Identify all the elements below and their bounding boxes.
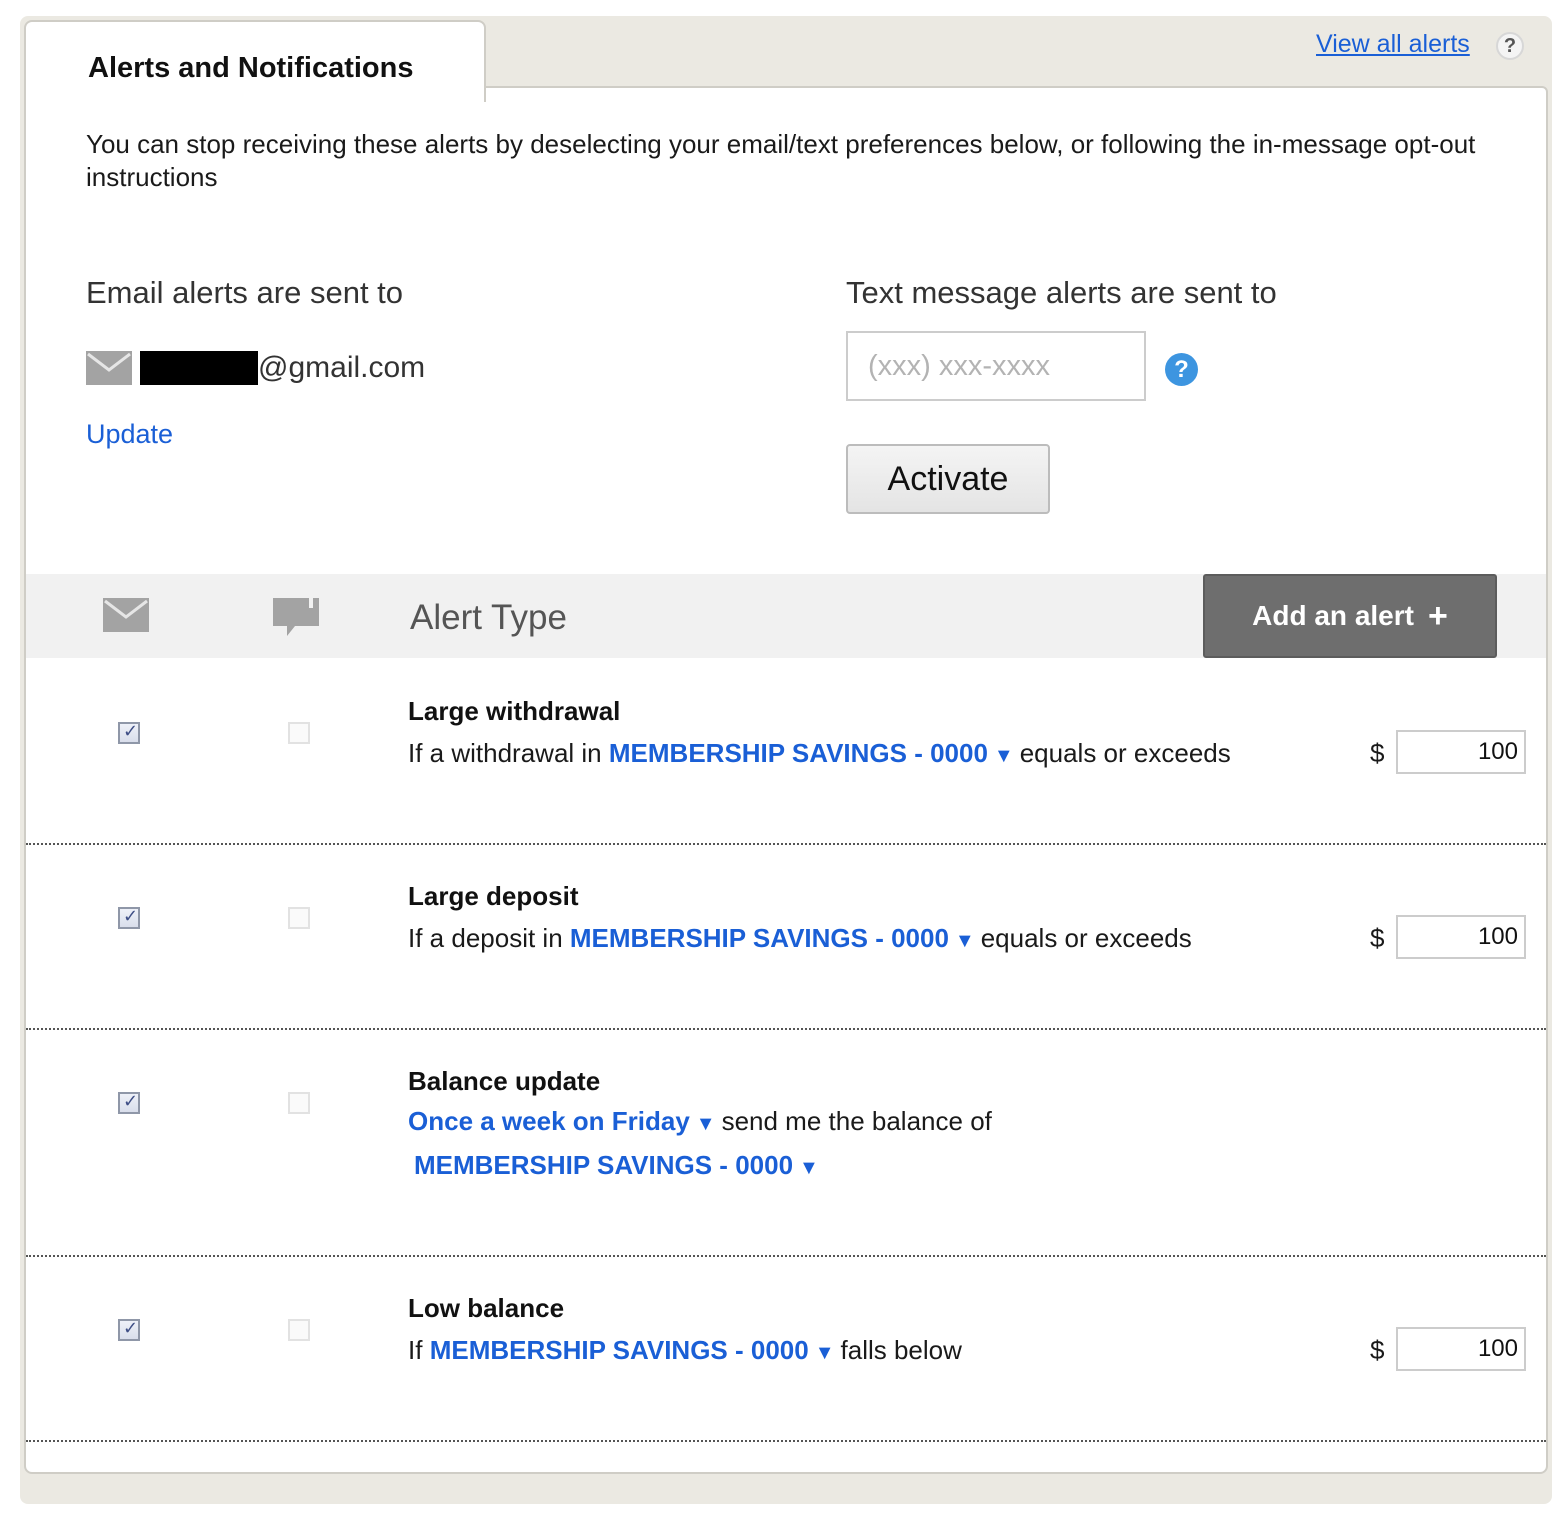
dropdown-caret-icon[interactable]: ▼ bbox=[994, 745, 1014, 767]
alert-description: If a deposit in MEMBERSHIP SAVINGS - 000… bbox=[408, 923, 1192, 954]
intro-text: You can stop receiving these alerts by d… bbox=[86, 129, 1476, 192]
add-alert-button[interactable]: Add an alert + bbox=[1203, 574, 1497, 658]
alert-title: Balance update bbox=[408, 1066, 601, 1096]
account-dropdown[interactable]: MEMBERSHIP SAVINGS - 0000 bbox=[570, 923, 949, 953]
email-checkbox[interactable] bbox=[118, 906, 140, 929]
update-email-link[interactable]: Update bbox=[86, 419, 173, 450]
email-address: @gmail.com bbox=[258, 351, 426, 384]
text-message-column-icon bbox=[273, 598, 319, 636]
alert-description: Once a week on Friday ▼ send me the balanc… bbox=[408, 1106, 992, 1137]
alert-suffix: equals or exceeds bbox=[980, 923, 1192, 953]
account-dropdown[interactable]: MEMBERSHIP SAVINGS - 0000 bbox=[414, 1150, 793, 1180]
dropdown-caret-icon[interactable]: ▼ bbox=[815, 1342, 835, 1364]
frequency-dropdown[interactable]: Once a week on Friday bbox=[408, 1106, 690, 1136]
account-dropdown[interactable]: MEMBERSHIP SAVINGS - 0000 bbox=[430, 1335, 809, 1365]
alert-row-low-balance: Low balance If MEMBERSHIP SAVINGS - 0000… bbox=[26, 1257, 1546, 1442]
alert-suffix: send me the balance of bbox=[721, 1106, 992, 1136]
email-checkbox[interactable] bbox=[118, 1318, 140, 1341]
alert-suffix: equals or exceeds bbox=[1019, 738, 1231, 768]
view-all-alerts-link[interactable]: View all alerts bbox=[1316, 30, 1470, 59]
alert-row-large-deposit: Large deposit If a deposit in MEMBERSHIP… bbox=[26, 845, 1546, 1030]
alert-description: If MEMBERSHIP SAVINGS - 0000 ▼ falls below bbox=[408, 1335, 962, 1366]
alert-prefix: If a withdrawal in bbox=[408, 738, 602, 768]
account-dropdown[interactable]: MEMBERSHIP SAVINGS - 0000 bbox=[609, 738, 988, 768]
alert-description-account: MEMBERSHIP SAVINGS - 0000 ▼ bbox=[414, 1150, 825, 1181]
text-checkbox[interactable] bbox=[288, 1092, 310, 1114]
alert-description: If a withdrawal in MEMBERSHIP SAVINGS - … bbox=[408, 738, 1231, 769]
add-alert-label: Add an alert bbox=[1252, 599, 1414, 631]
tab-alerts-notifications[interactable]: Alerts and Notifications bbox=[24, 20, 486, 102]
currency-symbol: $ bbox=[1370, 923, 1385, 953]
alert-prefix: If bbox=[408, 1335, 423, 1365]
alert-title: Large deposit bbox=[408, 881, 579, 911]
help-icon[interactable]: ? bbox=[1496, 32, 1524, 60]
amount-input[interactable] bbox=[1396, 915, 1526, 959]
phone-help-icon[interactable]: ? bbox=[1165, 353, 1198, 386]
text-checkbox[interactable] bbox=[288, 1319, 310, 1341]
email-column-icon bbox=[103, 598, 149, 632]
plus-icon: + bbox=[1427, 596, 1448, 635]
activate-button[interactable]: Activate bbox=[846, 444, 1050, 514]
amount-input[interactable] bbox=[1396, 730, 1526, 774]
currency-symbol: $ bbox=[1370, 1335, 1385, 1365]
phone-input[interactable] bbox=[846, 331, 1146, 401]
currency-symbol: $ bbox=[1370, 738, 1385, 768]
alert-title: Low balance bbox=[408, 1293, 565, 1323]
email-heading: Email alerts are sent to bbox=[86, 275, 404, 310]
alert-suffix: falls below bbox=[840, 1335, 962, 1365]
email-checkbox[interactable] bbox=[118, 721, 140, 744]
alert-title: Large withdrawal bbox=[408, 696, 621, 726]
email-icon bbox=[86, 351, 132, 385]
alert-type-heading: Alert Type bbox=[410, 598, 567, 637]
dropdown-caret-icon[interactable]: ▼ bbox=[955, 930, 975, 952]
text-checkbox[interactable] bbox=[288, 907, 310, 929]
dropdown-caret-icon[interactable]: ▼ bbox=[696, 1113, 716, 1135]
alert-row-balance-update: Balance update Once a week on Friday▼sen… bbox=[26, 1030, 1546, 1257]
alert-row-large-withdrawal: Large withdrawal If a withdrawal in MEMB… bbox=[26, 658, 1546, 845]
amount-input[interactable] bbox=[1396, 1327, 1526, 1371]
dropdown-caret-icon[interactable]: ▼ bbox=[799, 1157, 819, 1179]
email-checkbox[interactable] bbox=[118, 1091, 140, 1114]
text-checkbox[interactable] bbox=[288, 722, 310, 744]
alerts-table-header: Alert Type Add an alert + bbox=[26, 574, 1546, 658]
redacted-email-user bbox=[140, 351, 258, 385]
alert-prefix: If a deposit in bbox=[408, 923, 563, 953]
tab-title: Alerts and Notifications bbox=[88, 52, 414, 84]
text-heading: Text message alerts are sent to bbox=[846, 275, 1277, 310]
